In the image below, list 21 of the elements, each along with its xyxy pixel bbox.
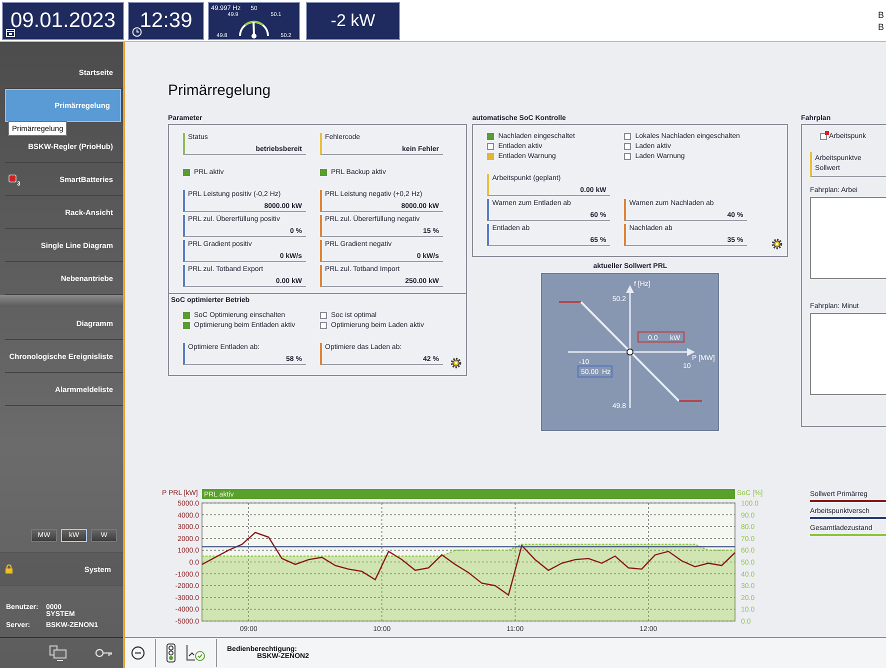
chart-check-icon bbox=[186, 644, 206, 662]
operating-point bbox=[626, 348, 634, 356]
calendar-icon bbox=[6, 28, 15, 36]
settings-icon[interactable] bbox=[771, 238, 784, 250]
computer-icon[interactable] bbox=[49, 645, 67, 661]
settings-icon[interactable] bbox=[450, 357, 462, 369]
traffic-light-icon bbox=[166, 643, 176, 663]
schedule-list[interactable] bbox=[810, 313, 886, 395]
clock-icon bbox=[132, 26, 142, 36]
gauge-scale bbox=[239, 20, 269, 36]
power-display: -2 kW bbox=[306, 2, 400, 40]
header-text: B bbox=[878, 8, 884, 20]
date-display: 09.01.2023 bbox=[2, 2, 124, 40]
lock-icon bbox=[5, 564, 13, 574]
minus-circle-icon[interactable] bbox=[131, 646, 145, 660]
checkbox[interactable] bbox=[820, 133, 828, 140]
schedule-list[interactable] bbox=[810, 197, 886, 279]
page-title: Primärregelung bbox=[168, 82, 271, 99]
time-display: 12:39 bbox=[128, 2, 204, 40]
key-icon[interactable] bbox=[95, 647, 113, 659]
header-text: B bbox=[878, 20, 884, 32]
